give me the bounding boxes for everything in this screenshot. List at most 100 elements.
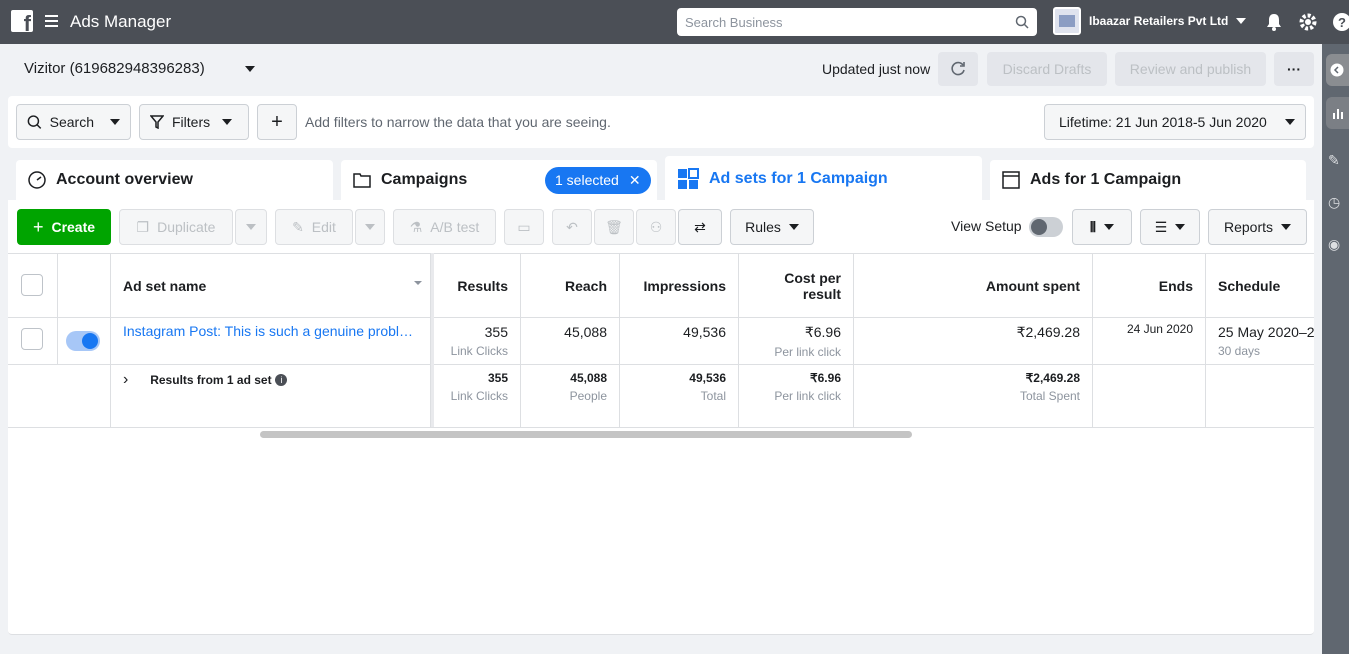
tab-ads[interactable]: Ads for 1 Campaign bbox=[990, 160, 1306, 200]
chevron-down-icon bbox=[244, 65, 255, 72]
undo-button[interactable]: ↶ bbox=[552, 209, 592, 245]
tab-campaigns[interactable]: Campaigns 1 selected ✕ bbox=[341, 160, 657, 200]
breakdown-button[interactable]: ☰ bbox=[1140, 209, 1200, 245]
columns-icon: ⫴ bbox=[1090, 218, 1096, 235]
ad-account-selector[interactable]: Vizitor (619682948396283) bbox=[24, 60, 255, 77]
chevron-down-icon bbox=[1175, 224, 1186, 230]
duplicate-button[interactable]: ❐ Duplicate bbox=[119, 209, 233, 245]
chevron-down-icon bbox=[365, 224, 375, 230]
chevron-down-icon bbox=[1103, 224, 1114, 230]
close-icon[interactable]: ✕ bbox=[629, 172, 641, 189]
filter-hint: Add filters to narrow the data that you … bbox=[305, 114, 611, 130]
summary-spacer bbox=[8, 365, 111, 427]
filters-button[interactable]: Filters bbox=[139, 104, 249, 140]
business-selector[interactable]: Ibaazar Retailers Pvt Ltd bbox=[1053, 7, 1247, 35]
horizontal-scrollbar[interactable] bbox=[260, 431, 912, 438]
schedule-cell: 25 May 2020–24 Jun 2020 30 days bbox=[1218, 324, 1314, 358]
bell-icon[interactable] bbox=[1264, 12, 1284, 32]
summary-reach-cell: 45,088 People bbox=[521, 365, 620, 427]
undo-icon: ↶ bbox=[566, 218, 578, 235]
update-status: Updated just now bbox=[822, 61, 931, 77]
chevron-down-icon bbox=[1281, 224, 1292, 230]
facebook-logo-icon[interactable]: f bbox=[11, 10, 33, 35]
archive-button[interactable]: ▭ bbox=[504, 209, 544, 245]
help-icon[interactable]: ? bbox=[1332, 12, 1349, 32]
cost-cell: ₹6.96 Per link click bbox=[739, 318, 854, 364]
summary-row: › Results from 1 ad set i 355 Link Click… bbox=[8, 365, 1314, 428]
chevron-down-icon bbox=[788, 224, 799, 230]
charts-button[interactable] bbox=[1326, 97, 1349, 129]
filter-bar: Search Filters + Add filters to narrow t… bbox=[8, 96, 1314, 148]
refresh-button[interactable] bbox=[938, 52, 978, 86]
preview-icon: ⇄ bbox=[694, 218, 706, 235]
info-icon[interactable]: i bbox=[275, 374, 288, 387]
rules-button[interactable]: Rules bbox=[730, 209, 814, 245]
chevron-right-icon[interactable]: › bbox=[123, 371, 128, 388]
column-header-schedule[interactable]: Schedule bbox=[1206, 254, 1314, 317]
columns-button[interactable]: ⫴ bbox=[1072, 209, 1132, 245]
folder-icon bbox=[353, 173, 371, 188]
edit-button[interactable]: ✎ Edit bbox=[275, 209, 353, 245]
reports-button[interactable]: Reports bbox=[1208, 209, 1307, 245]
preview-button[interactable]: ⇄ bbox=[678, 209, 722, 245]
refresh-icon bbox=[951, 61, 965, 76]
column-header-results[interactable]: Results bbox=[434, 254, 521, 317]
gear-icon[interactable] bbox=[1298, 12, 1318, 32]
clipboard-icon: ▭ bbox=[517, 218, 531, 235]
delete-button[interactable]: 🗑 bbox=[594, 209, 634, 245]
selected-count-pill[interactable]: 1 selected ✕ bbox=[545, 167, 651, 194]
column-header-amount-spent[interactable]: Amount spent bbox=[854, 254, 1093, 317]
column-header-name[interactable]: Ad set name bbox=[111, 254, 431, 317]
menu-icon[interactable] bbox=[45, 15, 58, 27]
search-icon bbox=[27, 115, 42, 129]
tab-ad-sets[interactable]: Ad sets for 1 Campaign bbox=[665, 156, 982, 202]
right-rail: ✎ ◷ ◉ bbox=[1322, 44, 1349, 654]
review-publish-button[interactable]: Review and publish bbox=[1115, 52, 1266, 86]
pencil-icon[interactable]: ✎ bbox=[1328, 152, 1340, 169]
table-row[interactable]: Instagram Post: This is such a genuine p… bbox=[8, 318, 1314, 365]
create-button[interactable]: + Create bbox=[17, 209, 111, 245]
add-filter-button[interactable]: + bbox=[257, 104, 297, 140]
ad-sets-panel: + Create ❐ Duplicate ✎ Edit ⚗ A/B test ▭ ↶ 🗑… bbox=[8, 200, 1314, 635]
more-options-button[interactable]: ··· bbox=[1274, 52, 1314, 86]
column-header-impressions[interactable]: Impressions bbox=[620, 254, 739, 317]
search-button[interactable]: Search bbox=[16, 104, 131, 140]
trash-icon: 🗑 bbox=[605, 218, 623, 235]
column-header-reach[interactable]: Reach bbox=[521, 254, 620, 317]
filter-icon bbox=[150, 115, 164, 129]
ab-test-button[interactable]: ⚗ A/B test bbox=[393, 209, 496, 245]
summary-impressions-cell: 49,536 Total bbox=[620, 365, 739, 427]
view-setup-toggle[interactable] bbox=[1029, 217, 1063, 237]
chevron-down-icon bbox=[246, 224, 256, 230]
ad-set-toggle[interactable] bbox=[66, 331, 100, 351]
tab-account-overview[interactable]: Account overview bbox=[16, 160, 333, 200]
table-header: Ad set name Results Reach Impressions Co… bbox=[8, 253, 1314, 318]
duplicate-dropdown[interactable] bbox=[235, 209, 267, 245]
ad-window-icon bbox=[1002, 171, 1020, 189]
impressions-cell: 49,536 bbox=[620, 318, 739, 364]
collapse-rail-button[interactable] bbox=[1326, 54, 1349, 86]
amount-spent-cell: ₹2,469.28 bbox=[854, 318, 1093, 364]
bar-chart-icon bbox=[1333, 109, 1343, 119]
ad-set-name-link[interactable]: Instagram Post: This is such a genuine p… bbox=[123, 323, 417, 339]
select-all-cell bbox=[8, 254, 58, 317]
clock-icon[interactable]: ◷ bbox=[1328, 194, 1340, 211]
audience-button[interactable]: ⚇ bbox=[636, 209, 676, 245]
discard-drafts-button[interactable]: Discard Drafts bbox=[987, 52, 1107, 86]
summary-label-cell: › Results from 1 ad set i bbox=[111, 365, 431, 427]
chevron-left-icon bbox=[1330, 63, 1344, 77]
activity-icon[interactable]: ◉ bbox=[1328, 236, 1340, 253]
chevron-down-icon bbox=[1285, 119, 1295, 125]
column-header-ends[interactable]: Ends bbox=[1093, 254, 1206, 317]
sort-icon[interactable] bbox=[414, 281, 422, 285]
date-range-picker[interactable]: Lifetime: 21 Jun 2018-5 Jun 2020 bbox=[1044, 104, 1306, 140]
flask-icon: ⚗ bbox=[409, 218, 423, 235]
chevron-down-icon bbox=[1236, 18, 1247, 24]
column-header-cost[interactable]: Cost per result bbox=[739, 254, 854, 317]
toggle-header-cell bbox=[58, 254, 111, 317]
edit-dropdown[interactable] bbox=[355, 209, 385, 245]
row-checkbox[interactable] bbox=[21, 328, 43, 350]
select-all-checkbox[interactable] bbox=[21, 274, 43, 296]
search-business-input[interactable]: Search Business bbox=[677, 8, 1037, 36]
search-icon bbox=[1015, 15, 1029, 29]
